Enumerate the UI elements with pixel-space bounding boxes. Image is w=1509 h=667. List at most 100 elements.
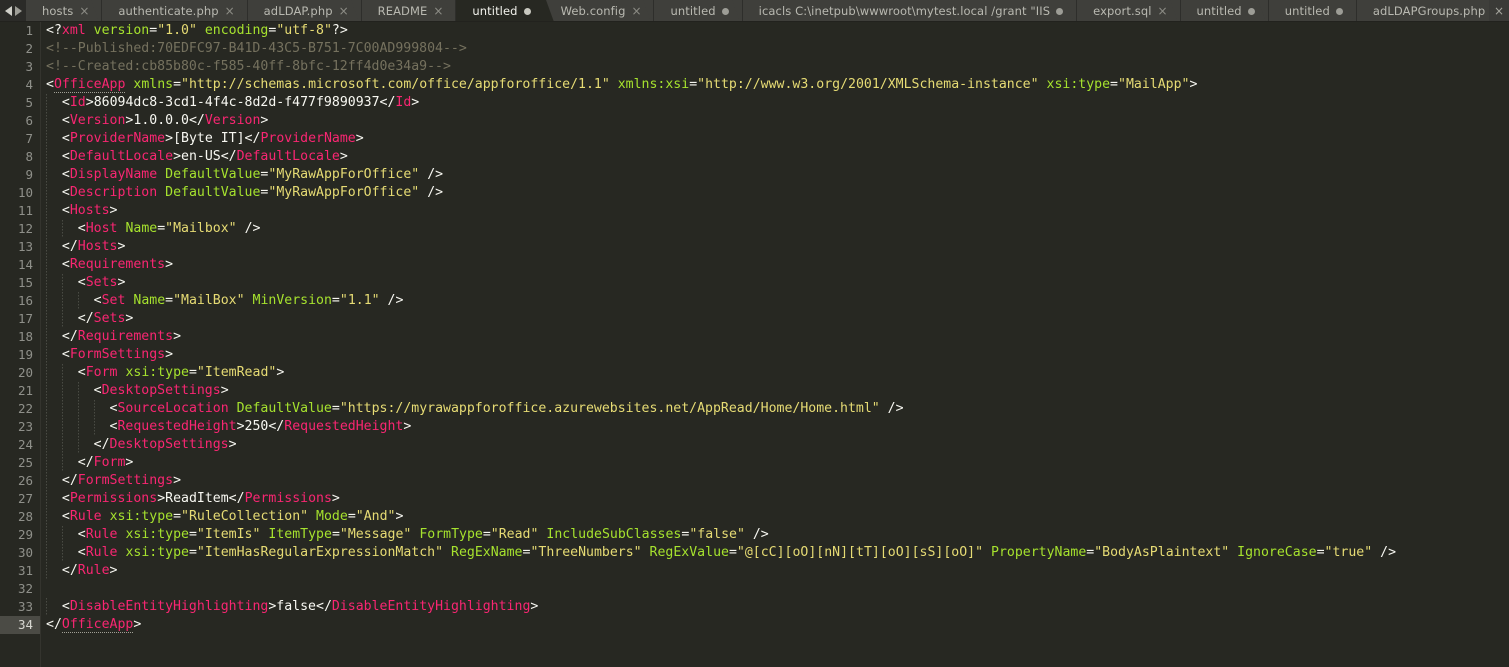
code-token-attr: DefaultValue	[165, 185, 261, 200]
code-token-tag: Set	[101, 293, 126, 308]
code-line[interactable]: 31 </Rule>	[0, 562, 1509, 580]
tab-untitled[interactable]: untitled	[653, 0, 742, 21]
close-icon[interactable]: ×	[339, 5, 349, 17]
code-line[interactable]: 7 <ProviderName>[Byte IT]</ProviderName>	[0, 130, 1509, 148]
code-line[interactable]: 2 <!--Published:70EDFC97-B41D-43C5-B751-7…	[0, 40, 1509, 58]
code-token-attr: MinVersion	[252, 293, 332, 308]
code-line[interactable]: 22 <SourceLocation DefaultValue="https:/…	[0, 400, 1509, 418]
code-line[interactable]: 6 <Version>1.0.0.0</Version>	[0, 112, 1509, 130]
code-token-punct: =	[165, 293, 174, 308]
code-line[interactable]: 34 </OfficeApp>	[0, 616, 1509, 634]
close-icon[interactable]: ×	[631, 5, 641, 17]
code-line[interactable]: 9 <DisplayName DefaultValue="MyRawAppFor…	[0, 166, 1509, 184]
code-line[interactable]: 15 <Sets>	[0, 274, 1509, 292]
code-token-val: "1.1"	[339, 293, 380, 308]
code-line[interactable]: 20 <Form xsi:type="ItemRead">	[0, 364, 1509, 382]
code-line[interactable]: 32	[0, 580, 1509, 598]
code-line[interactable]: 12 <Host Name="Mailbox" />	[0, 220, 1509, 238]
close-icon[interactable]: ×	[79, 5, 89, 17]
triangle-right-icon[interactable]	[14, 6, 22, 16]
close-icon[interactable]: ×	[1158, 5, 1168, 17]
code-token-punct: >	[133, 617, 142, 632]
close-icon[interactable]: ×	[433, 5, 443, 17]
code-token-punct: </	[61, 563, 78, 578]
triangle-left-icon[interactable]	[4, 6, 12, 16]
close-tab-button[interactable]: ×	[1489, 0, 1509, 21]
unsaved-dot-icon[interactable]	[523, 7, 531, 15]
close-icon[interactable]: ×	[225, 5, 235, 17]
code-line[interactable]: 8 <DefaultLocale>en-US</DefaultLocale>	[0, 148, 1509, 166]
code-line[interactable]: 11 <Hosts>	[0, 202, 1509, 220]
unsaved-dot-icon[interactable]	[1335, 7, 1343, 15]
code-area[interactable]: 1 <?xml version="1.0" encoding="utf-8"?> 2…	[0, 22, 1509, 634]
line-number: 5	[25, 95, 33, 110]
code-line[interactable]: 33 <DisableEntityHighlighting>false</Dis…	[0, 598, 1509, 616]
code-line[interactable]: 29 <Rule xsi:type="ItemIs" ItemType="Mes…	[0, 526, 1509, 544]
unsaved-dot-icon[interactable]	[721, 7, 729, 15]
code-line[interactable]: 30 <Rule xsi:type="ItemHasRegularExpress…	[0, 544, 1509, 562]
tab-nav-arrows[interactable]	[0, 0, 26, 21]
code-token-punct: >	[165, 257, 174, 272]
code-token-punct: >	[117, 239, 126, 254]
tab-readme[interactable]: README ×	[360, 0, 456, 21]
line-number: 31	[17, 563, 33, 578]
code-token-text: en-US	[181, 149, 221, 164]
code-line[interactable]: 10 <Description DefaultValue="MyRawAppFo…	[0, 184, 1509, 202]
tab-icacls-c-inetpub-wwwroot-mytest-local-grant-iis[interactable]: icacls C:\inetpub\wwwroot\mytest.local /…	[741, 0, 1077, 21]
code-token-punct: <	[77, 527, 86, 542]
tab-untitled[interactable]: untitled	[455, 0, 544, 21]
line-number: 8	[25, 149, 33, 164]
code-token-punct: >	[260, 113, 269, 128]
code-line[interactable]: 26 </FormSettings>	[0, 472, 1509, 490]
code-line[interactable]: 5 <Id>86094dc8-3cd1-4f4c-8d2d-f477f98909…	[0, 94, 1509, 112]
code-line[interactable]: 19 <FormSettings>	[0, 346, 1509, 364]
tab-export-sql[interactable]: export.sql ×	[1076, 0, 1180, 21]
code-editor[interactable]: 1 <?xml version="1.0" encoding="utf-8"?> 2…	[0, 22, 1509, 667]
code-line[interactable]: 3 <!--Created:cb85b80c-f585-40ff-8bfc-12f…	[0, 58, 1509, 76]
unsaved-dot-icon[interactable]	[1247, 7, 1255, 15]
unsaved-dot-icon[interactable]	[1056, 7, 1064, 15]
code-token-punct: =	[188, 527, 197, 542]
code-token-tag: Id	[395, 95, 412, 110]
code-line[interactable]: 24 </DesktopSettings>	[0, 436, 1509, 454]
code-token-tag: DesktopSettings	[101, 383, 221, 398]
code-token-punct: </	[77, 311, 94, 326]
code-line[interactable]: 27 <Permissions>ReadItem</Permissions>	[0, 490, 1509, 508]
code-line[interactable]: 14 <Requirements>	[0, 256, 1509, 274]
code-token-punct: >	[117, 275, 126, 290]
tab-adldapgroups-php[interactable]: adLDAPGroups.php×	[1355, 0, 1489, 21]
code-line-text: <!--Published:70EDFC97-B41D-43C5-B751-7C…	[46, 40, 467, 58]
tab-authenticate-php[interactable]: authenticate.php ×	[101, 0, 247, 21]
code-line[interactable]: 16 <Set Name="MailBox" MinVersion="1.1" …	[0, 292, 1509, 310]
code-line[interactable]: 1 <?xml version="1.0" encoding="utf-8"?>	[0, 22, 1509, 40]
tab-web-config[interactable]: Web.config ×	[543, 0, 654, 21]
tab-hosts[interactable]: hosts ×	[26, 0, 102, 21]
code-token-val: "false"	[689, 527, 745, 542]
line-number: 19	[17, 347, 33, 362]
code-token-tag: Form	[93, 455, 126, 470]
tab-adldap-php[interactable]: adLDAP.php ×	[246, 0, 361, 21]
code-line[interactable]: 25 </Form>	[0, 454, 1509, 472]
code-line[interactable]: 23 <RequestedHeight>250</RequestedHeight…	[0, 418, 1509, 436]
code-token-tag: FormSettings	[69, 347, 166, 362]
line-number: 23	[17, 419, 33, 434]
code-line[interactable]: 4 <OfficeApp xmlns="http://schemas.micros…	[0, 76, 1509, 94]
code-token-tag: Permissions	[69, 491, 158, 506]
code-line[interactable]: 18 </Requirements>	[0, 328, 1509, 346]
code-line[interactable]: 21 <DesktopSettings>	[0, 382, 1509, 400]
code-token-punct: >	[228, 437, 237, 452]
code-line[interactable]: 28 <Rule xsi:type="RuleCollection" Mode=…	[0, 508, 1509, 526]
code-token-tag: Hosts	[69, 203, 110, 218]
code-token-attr: encoding	[204, 23, 269, 38]
code-token-punct: >	[165, 131, 174, 146]
code-token-punct: </	[220, 149, 237, 164]
tab-untitled[interactable]: untitled	[1179, 0, 1268, 21]
code-token-punct: =	[482, 527, 491, 542]
code-line[interactable]: 13 </Hosts>	[0, 238, 1509, 256]
tab-untitled[interactable]: untitled	[1267, 0, 1356, 21]
code-line[interactable]: 17 </Sets>	[0, 310, 1509, 328]
